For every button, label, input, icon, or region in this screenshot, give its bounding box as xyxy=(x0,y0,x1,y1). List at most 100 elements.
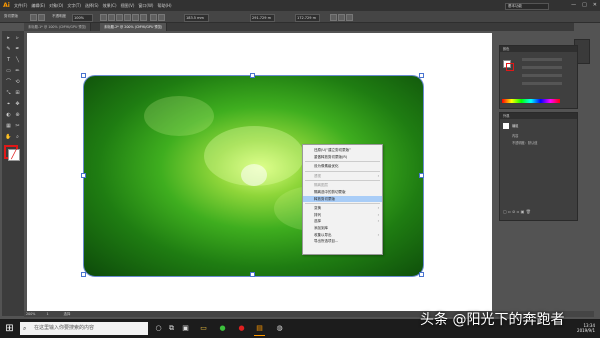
tool-icon[interactable]: ✏ xyxy=(14,68,21,75)
color-slider[interactable] xyxy=(522,74,562,77)
tool-icon[interactable]: T xyxy=(5,57,12,64)
selection-handle[interactable] xyxy=(81,173,86,178)
appearance-opacity[interactable]: 不透明度：默认值 xyxy=(512,140,538,145)
tab-document-2[interactable]: 未标题-2* @ 200% (CMYK/GPU 预览) xyxy=(100,23,168,31)
align-icon[interactable] xyxy=(108,14,115,21)
distribute-icon[interactable] xyxy=(158,14,165,21)
context-menu-item[interactable]: 导出所选项目... xyxy=(303,238,382,245)
selection-handle[interactable] xyxy=(250,272,255,277)
transform-icon[interactable] xyxy=(338,14,345,21)
submenu-arrow-icon: › xyxy=(377,173,379,178)
color-slider[interactable] xyxy=(522,58,562,61)
color-spectrum[interactable] xyxy=(502,99,560,103)
fill-color-box[interactable]: ╱ xyxy=(8,149,20,161)
panel-footer-icons[interactable]: ▢ ▫ ⊘ ▫ ▣ 🗑 xyxy=(503,209,573,215)
context-menu-item[interactable]: 排列 › xyxy=(303,212,382,219)
tool-icon[interactable]: ▹ xyxy=(14,35,21,42)
tool-icon[interactable]: ◐ xyxy=(5,112,12,119)
menu-item[interactable]: 编辑(E) xyxy=(31,0,45,11)
context-menu-item[interactable]: 设为像素级优化 xyxy=(303,163,382,170)
windows-start-icon[interactable]: ⊞ xyxy=(3,322,16,335)
main-menu: 文件(F) 编辑(E) 对象(O) 文字(T) 选择(S) 效果(C) 视图(V) 窗口(W)… xyxy=(14,0,172,11)
illustrator-taskbar-icon[interactable]: ▤ xyxy=(254,322,265,336)
x-field[interactable]: 183.5 mm xyxy=(184,13,209,22)
close-button[interactable]: ✕ xyxy=(593,0,597,11)
zoom-level[interactable]: 200% xyxy=(26,312,35,316)
context-menu-item[interactable]: 释放剪切蒙版 xyxy=(303,195,382,203)
align-icon[interactable] xyxy=(132,14,139,21)
tool-icon[interactable]: ✂ xyxy=(14,123,21,130)
color-slider[interactable] xyxy=(522,66,562,69)
align-icon[interactable] xyxy=(116,14,123,21)
context-menu-item[interactable]: 选择 › xyxy=(303,218,382,225)
fill-swatch[interactable] xyxy=(30,14,37,21)
tool-icon[interactable]: ✋ xyxy=(5,134,12,141)
selection-handle[interactable] xyxy=(419,73,424,78)
cortana-icon[interactable]: ○ xyxy=(153,322,164,335)
tool-icon[interactable]: ⌒ xyxy=(5,79,12,86)
leaf-highlight xyxy=(144,96,214,136)
align-icon[interactable] xyxy=(124,14,131,21)
tool-icon[interactable]: ⌖ xyxy=(5,101,12,108)
search-placeholder: 在这里输入你要搜索的内容 xyxy=(34,325,95,331)
context-menu-item[interactable]: 添加到库 xyxy=(303,225,382,232)
maximize-button[interactable]: □ xyxy=(582,0,587,11)
app-icon[interactable]: ◍ xyxy=(274,322,285,335)
tab-document-1[interactable]: 未标题-1* @ 100% (CMYK/GPU 预览) xyxy=(24,23,92,31)
menu-item[interactable]: 帮助(H) xyxy=(157,0,171,11)
menu-item[interactable]: 文字(T) xyxy=(67,0,81,11)
transform-icon[interactable] xyxy=(330,14,337,21)
tool-icon[interactable]: ✒ xyxy=(14,46,21,53)
store-icon[interactable]: ▣ xyxy=(180,322,191,335)
task-view-icon[interactable]: ⧉ xyxy=(166,322,177,335)
tool-icon[interactable]: ╲ xyxy=(14,57,21,64)
tool-icon[interactable]: ▦ xyxy=(5,123,12,130)
menu-item[interactable]: 选择(S) xyxy=(85,0,99,11)
file-explorer-icon[interactable]: ▭ xyxy=(198,322,209,335)
document-tabs: 未标题-1* @ 100% (CMYK/GPU 预览) 未标题-2* @ 200… xyxy=(24,23,574,31)
tool-icon[interactable]: ⤡ xyxy=(5,90,12,97)
selection-handle[interactable] xyxy=(419,272,424,277)
tool-icon[interactable]: ⟲ xyxy=(14,79,21,86)
context-menu-item[interactable]: 还原(U)“建立剪切蒙版” xyxy=(303,147,382,154)
app-icon[interactable]: ● xyxy=(236,322,247,335)
context-menu-item[interactable]: 收集以导出 › xyxy=(303,232,382,239)
menu-item[interactable]: 窗口(W) xyxy=(138,0,153,11)
selection-handle[interactable] xyxy=(250,73,255,78)
stroke-swatch[interactable] xyxy=(506,63,514,71)
menu-item[interactable]: 文件(F) xyxy=(14,0,27,11)
w-field[interactable]: 291.729 m xyxy=(250,13,275,22)
tool-icon[interactable]: ⌕ xyxy=(14,134,21,141)
h-field[interactable]: 172.729 m xyxy=(295,13,320,22)
appearance-contents[interactable]: 内容 xyxy=(512,133,518,138)
menu-item[interactable]: 效果(C) xyxy=(103,0,117,11)
selection-handle[interactable] xyxy=(419,173,424,178)
selection-handle[interactable] xyxy=(81,272,86,277)
tool-icon[interactable]: ▸ xyxy=(5,35,12,42)
menu-item[interactable]: 对象(O) xyxy=(49,0,63,11)
context-menu-item[interactable]: 重做释放剪切蒙版(R) xyxy=(303,154,382,161)
color-slider[interactable] xyxy=(522,82,562,85)
tool-icon[interactable]: ▭ xyxy=(5,68,12,75)
tool-icon[interactable]: ✥ xyxy=(14,101,21,108)
minimize-button[interactable]: — xyxy=(571,0,576,11)
tool-icon[interactable]: ⊞ xyxy=(14,90,21,97)
align-icon[interactable] xyxy=(140,14,147,21)
tool-icon[interactable]: ⊕ xyxy=(14,112,21,119)
context-menu-item[interactable]: 变换 › xyxy=(303,205,382,212)
opacity-field[interactable]: 100% xyxy=(72,13,93,22)
context-menu-item[interactable]: 隔离选中的剪切蒙版 xyxy=(303,189,382,196)
browser-icon[interactable]: ● xyxy=(217,322,228,335)
menu-separator xyxy=(305,170,380,172)
menu-icon[interactable] xyxy=(346,14,353,21)
context-menu-item: 隔离图层 xyxy=(303,182,382,189)
selection-handle[interactable] xyxy=(81,73,86,78)
align-icon[interactable] xyxy=(100,14,107,21)
menu-item[interactable]: 视图(V) xyxy=(121,0,135,11)
workspace-switcher[interactable]: 基本功能 xyxy=(505,3,549,10)
taskbar-search[interactable]: ⌕ 在这里输入你要搜索的内容 xyxy=(20,322,148,335)
distribute-icon[interactable] xyxy=(150,14,157,21)
tool-icon[interactable]: ✎ xyxy=(5,46,12,53)
stroke-swatch[interactable] xyxy=(38,14,45,21)
artboard-number[interactable]: 1 xyxy=(47,312,49,316)
